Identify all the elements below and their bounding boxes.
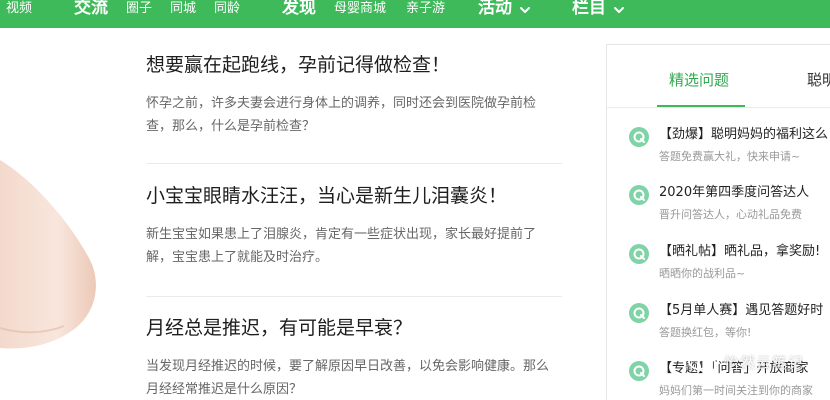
- article-item[interactable]: 想要赢在起跑线，孕前记得做检查！ 怀孕之前，许多夫妻会进行身体上的调养，同时还会…: [146, 52, 562, 138]
- question-subtitle: 晋升问答达人，心动礼品免费: [659, 208, 802, 221]
- nav-link-discover[interactable]: 发现: [282, 0, 316, 20]
- question-title[interactable]: 2020年第四季度问答达人: [659, 183, 809, 203]
- q-badge-icon: [629, 127, 649, 147]
- question-item[interactable]: 【5月单人赛】遇见答题好时 答题换红包，等你!: [629, 301, 830, 349]
- article-summary: 怀孕之前，许多夫妻会进行身体上的调养，同时还会到医院做孕前检查，那么，什么是孕前…: [146, 96, 537, 134]
- article-summary: 当发现月经推迟的时候，要了解原因早日改善，以免会影响健康。那么月经经常推迟是什么…: [146, 359, 550, 397]
- chevron-down-icon[interactable]: [612, 3, 626, 17]
- nav-link-baby-mall[interactable]: 母婴商城: [334, 0, 386, 20]
- nav-link-circle[interactable]: 圈子: [126, 0, 152, 20]
- nav-link-family-trip[interactable]: 亲子游: [406, 0, 445, 20]
- article-item[interactable]: 月经总是推迟，有可能是早衰？ 当发现月经推迟的时候，要了解原因早日改善，以免会影…: [146, 315, 562, 400]
- nav-link-same-city[interactable]: 同城: [170, 0, 196, 20]
- question-title[interactable]: 【晒礼帖】晒礼品，拿奖励!: [659, 242, 820, 262]
- tab-smart[interactable]: 聪明: [807, 71, 830, 89]
- watermark-text: 怡然云笔记: [724, 354, 805, 372]
- promo-photo: [0, 160, 96, 349]
- divider: [607, 107, 830, 108]
- nav-link-columns[interactable]: 栏目: [572, 0, 606, 20]
- tab-featured-questions[interactable]: 精选问题: [669, 71, 729, 89]
- qa-sidebar: 精选问题 聪明 【劲爆】聪明妈妈的福利这么 答题免费赢大礼，快来申请~ 2020…: [606, 44, 830, 400]
- q-badge-icon: [629, 361, 649, 381]
- question-item[interactable]: 【劲爆】聪明妈妈的福利这么 答题免费赢大礼，快来申请~: [629, 125, 830, 173]
- question-title[interactable]: 【劲爆】聪明妈妈的福利这么: [659, 125, 828, 145]
- article-summary: 新生宝宝如果患上了泪腺炎，肯定有一些症状出现，家长最好提前了解，宝宝患上了就能及…: [146, 227, 537, 265]
- divider: [146, 163, 562, 164]
- question-subtitle: 答题换红包，等你!: [659, 326, 752, 339]
- q-badge-icon: [629, 244, 649, 264]
- article-item[interactable]: 小宝宝眼睛水汪汪，当心是新生儿泪囊炎！ 新生宝宝如果患上了泪腺炎，肯定有一些症状…: [146, 183, 562, 269]
- question-subtitle: 妈妈们第一时间关注到你的商家: [659, 384, 813, 397]
- question-title[interactable]: 【5月单人赛】遇见答题好时: [659, 301, 823, 321]
- top-nav-bar: 视频 交流 圈子 同城 同龄 发现 母婴商城 亲子游 活动 栏目: [0, 0, 830, 28]
- q-badge-icon: [629, 185, 649, 205]
- nav-link-exchange[interactable]: 交流: [74, 0, 108, 20]
- question-subtitle: 答题免费赢大礼，快来申请~: [659, 150, 801, 163]
- article-title[interactable]: 想要赢在起跑线，孕前记得做检查！: [146, 52, 562, 78]
- nav-link-same-age[interactable]: 同龄: [214, 0, 240, 20]
- q-badge-icon: [629, 303, 649, 323]
- divider: [146, 296, 562, 297]
- question-subtitle: 晒晒你的战利品~: [659, 267, 746, 280]
- question-item[interactable]: 2020年第四季度问答达人 晋升问答达人，心动礼品免费: [629, 183, 830, 231]
- nav-link-video[interactable]: 视频: [6, 0, 32, 20]
- question-item[interactable]: 【晒礼帖】晒礼品，拿奖励! 晒晒你的战利品~: [629, 242, 830, 290]
- wechat-icon: [688, 352, 717, 373]
- chevron-down-icon[interactable]: [518, 3, 532, 17]
- article-title[interactable]: 月经总是推迟，有可能是早衰？: [146, 315, 562, 341]
- nav-link-activity[interactable]: 活动: [478, 0, 512, 20]
- article-title[interactable]: 小宝宝眼睛水汪汪，当心是新生儿泪囊炎！: [146, 183, 562, 209]
